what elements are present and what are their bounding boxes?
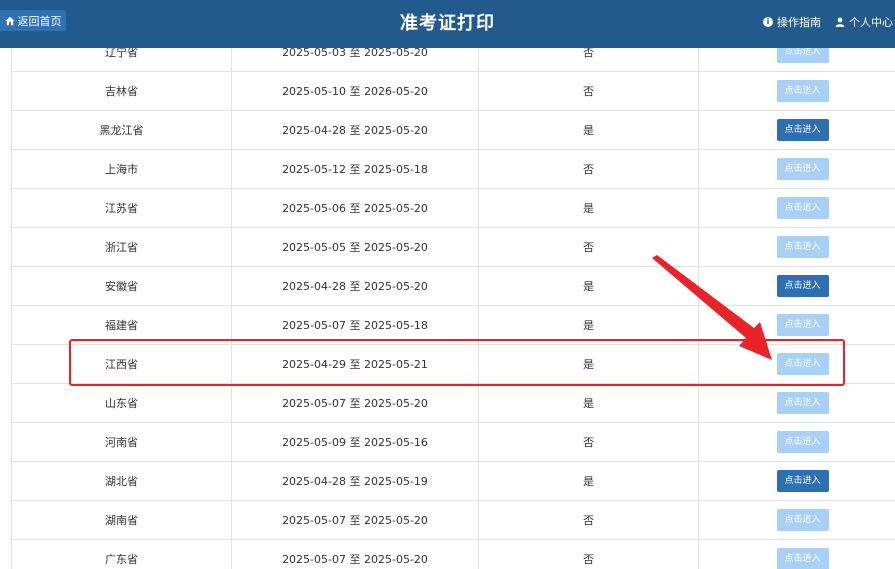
admission-table: 辽宁省 2025-05-03 至 2025-05-20 否点击进入 吉林省 2025-0… bbox=[11, 32, 895, 569]
action-cell: 点击进入 bbox=[698, 500, 895, 540]
province-cell: 湖北省 bbox=[11, 461, 232, 501]
admission-table-container[interactable]: 辽宁省 2025-05-03 至 2025-05-20 否点击进入 吉林省 2025-0… bbox=[11, 32, 895, 569]
province-cell: 黑龙江省 bbox=[11, 110, 232, 150]
flag-cell: 否 bbox=[478, 422, 699, 462]
province-cell: 福建省 bbox=[11, 305, 232, 345]
period-cell: 2025-05-07 至 2025-05-20 bbox=[231, 539, 479, 569]
enter-button[interactable]: 点击进入 bbox=[776, 119, 829, 141]
period-cell: 2025-04-28 至 2025-05-19 bbox=[231, 461, 479, 501]
province-cell: 吉林省 bbox=[11, 71, 232, 111]
flag-cell: 是 bbox=[478, 110, 699, 150]
period-cell: 2025-04-28 至 2025-05-20 bbox=[231, 110, 479, 150]
action-cell: 点击进入 bbox=[698, 461, 895, 501]
period-cell: 2025-04-28 至 2025-05-20 bbox=[231, 266, 479, 306]
flag-cell: 否 bbox=[478, 227, 699, 267]
action-cell: 点击进入 bbox=[698, 305, 895, 345]
table-row: 吉林省 2025-05-10 至 2026-05-20 否 点击进入 bbox=[11, 71, 895, 111]
flag-cell: 否 bbox=[478, 71, 699, 111]
enter-button[interactable]: 点击进入 bbox=[776, 548, 829, 569]
enter-button[interactable]: 点击进入 bbox=[776, 509, 829, 531]
enter-button[interactable]: 点击进入 bbox=[776, 236, 829, 258]
period-cell: 2025-05-07 至 2025-05-18 bbox=[231, 305, 479, 345]
table-row: 黑龙江省 2025-04-28 至 2025-05-20 是 点击进入 bbox=[11, 110, 895, 150]
period-cell: 2025-05-10 至 2026-05-20 bbox=[231, 71, 479, 111]
user-center-label: 个人中心 bbox=[849, 16, 893, 29]
period-cell: 2025-05-07 至 2025-05-20 bbox=[231, 500, 479, 540]
province-cell: 江西省 bbox=[11, 344, 232, 384]
guide-label: 操作指南 bbox=[777, 16, 821, 29]
enter-button[interactable]: 点击进入 bbox=[776, 158, 829, 180]
province-cell: 江苏省 bbox=[11, 188, 232, 228]
enter-button[interactable]: 点击进入 bbox=[776, 197, 829, 219]
period-cell: 2025-05-07 至 2025-05-20 bbox=[231, 383, 479, 423]
period-cell: 2025-05-12 至 2025-05-18 bbox=[231, 149, 479, 189]
action-cell: 点击进入 bbox=[698, 422, 895, 462]
page-title: 准考证打印 bbox=[400, 13, 495, 34]
flag-cell: 是 bbox=[478, 383, 699, 423]
enter-button[interactable]: 点击进入 bbox=[776, 353, 829, 375]
table-row: 江西省 2025-04-29 至 2025-05-21 是 点击进入 bbox=[11, 344, 895, 384]
province-cell: 浙江省 bbox=[11, 227, 232, 267]
action-cell: 点击进入 bbox=[698, 71, 895, 111]
user-center-link[interactable]: 个人中心 bbox=[835, 14, 893, 30]
table-row: 湖北省 2025-04-28 至 2025-05-19 是 点击进入 bbox=[11, 461, 895, 501]
flag-cell: 是 bbox=[478, 305, 699, 345]
action-cell: 点击进入 bbox=[698, 383, 895, 423]
period-cell: 2025-05-05 至 2025-05-20 bbox=[231, 227, 479, 267]
table-row: 河南省 2025-05-09 至 2025-05-16 否 点击进入 bbox=[11, 422, 895, 462]
enter-button[interactable]: 点击进入 bbox=[776, 392, 829, 414]
province-cell: 上海市 bbox=[11, 149, 232, 189]
flag-cell: 是 bbox=[478, 266, 699, 306]
province-cell: 河南省 bbox=[11, 422, 232, 462]
province-cell: 山东省 bbox=[11, 383, 232, 423]
header-links: i 操作指南 个人中心 bbox=[763, 14, 893, 30]
info-icon: i bbox=[763, 17, 773, 27]
period-cell: 2025-05-09 至 2025-05-16 bbox=[231, 422, 479, 462]
action-cell: 点击进入 bbox=[698, 539, 895, 569]
table-row: 浙江省 2025-05-05 至 2025-05-20 否 点击进入 bbox=[11, 227, 895, 267]
table-row: 湖南省 2025-05-07 至 2025-05-20 否 点击进入 bbox=[11, 500, 895, 540]
enter-button[interactable]: 点击进入 bbox=[776, 314, 829, 336]
action-cell: 点击进入 bbox=[698, 266, 895, 306]
flag-cell: 是 bbox=[478, 461, 699, 501]
enter-button[interactable]: 点击进入 bbox=[776, 275, 829, 297]
period-cell: 2025-05-06 至 2025-05-20 bbox=[231, 188, 479, 228]
action-cell: 点击进入 bbox=[698, 227, 895, 267]
enter-button[interactable]: 点击进入 bbox=[776, 470, 829, 492]
province-cell: 广东省 bbox=[11, 539, 232, 569]
flag-cell: 否 bbox=[478, 500, 699, 540]
action-cell: 点击进入 bbox=[698, 149, 895, 189]
top-header: 返回首页 准考证打印 i 操作指南 个人中心 bbox=[0, 0, 895, 48]
action-cell: 点击进入 bbox=[698, 110, 895, 150]
table-row: 福建省 2025-05-07 至 2025-05-18 是 点击进入 bbox=[11, 305, 895, 345]
table-row: 江苏省 2025-05-06 至 2025-05-20 是 点击进入 bbox=[11, 188, 895, 228]
period-cell: 2025-04-29 至 2025-05-21 bbox=[231, 344, 479, 384]
flag-cell: 是 bbox=[478, 188, 699, 228]
flag-cell: 否 bbox=[478, 149, 699, 189]
table-row: 安徽省 2025-04-28 至 2025-05-20 是 点击进入 bbox=[11, 266, 895, 306]
flag-cell: 否 bbox=[478, 539, 699, 569]
enter-button[interactable]: 点击进入 bbox=[776, 431, 829, 453]
table-row: 上海市 2025-05-12 至 2025-05-18 否 点击进入 bbox=[11, 149, 895, 189]
province-cell: 安徽省 bbox=[11, 266, 232, 306]
flag-cell: 是 bbox=[478, 344, 699, 384]
action-cell: 点击进入 bbox=[698, 344, 895, 384]
user-icon bbox=[835, 17, 845, 27]
guide-link[interactable]: i 操作指南 bbox=[763, 14, 821, 30]
province-cell: 湖南省 bbox=[11, 500, 232, 540]
table-row: 山东省 2025-05-07 至 2025-05-20 是 点击进入 bbox=[11, 383, 895, 423]
action-cell: 点击进入 bbox=[698, 188, 895, 228]
enter-button[interactable]: 点击进入 bbox=[776, 80, 829, 102]
table-row: 广东省 2025-05-07 至 2025-05-20 否 点击进入 bbox=[11, 539, 895, 569]
